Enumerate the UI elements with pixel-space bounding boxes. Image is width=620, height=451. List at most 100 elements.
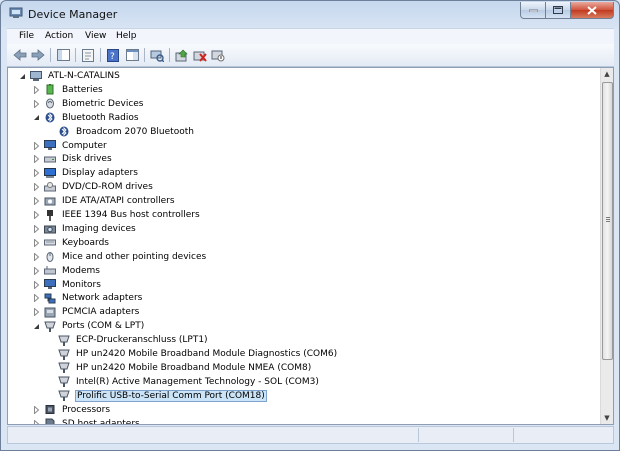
tree-item-label: Network adapters <box>62 293 143 304</box>
tree-category[interactable]: Imaging devices <box>32 222 137 236</box>
tree-item-label: Monitors <box>62 279 101 290</box>
tree-category[interactable]: Computer <box>32 139 108 153</box>
scroll-up-button[interactable]: ▲ <box>601 68 613 80</box>
maximize-icon <box>553 6 563 14</box>
tree-item-label: DVD/CD-ROM drives <box>62 182 153 193</box>
update-driver-button[interactable] <box>174 47 190 63</box>
collapsed-triangle-icon[interactable] <box>32 141 40 150</box>
action-pane-button[interactable] <box>124 47 140 63</box>
collapsed-triangle-icon[interactable] <box>32 155 40 164</box>
collapsed-triangle-icon[interactable] <box>32 183 40 192</box>
properties-button[interactable] <box>80 47 96 63</box>
port-icon <box>58 335 70 346</box>
tree-category[interactable]: IDE ATA/ATAPI controllers <box>32 194 176 208</box>
tree-item-label: Prolific USB-to-Serial Comm Port (COM18) <box>75 389 267 402</box>
collapsed-triangle-icon[interactable] <box>32 197 40 206</box>
tree-category[interactable]: Keyboards <box>32 236 110 250</box>
tree-device[interactable]: ECP-Druckeranschluss (LPT1) <box>46 333 209 347</box>
window-title: Device Manager <box>28 8 118 21</box>
tree-item-label: ECP-Druckeranschluss (LPT1) <box>76 335 208 346</box>
maximize-button[interactable] <box>546 2 571 19</box>
tree-category[interactable]: Mice and other pointing devices <box>32 250 207 264</box>
tree-category[interactable]: Display adapters <box>32 166 139 180</box>
firewire-icon <box>44 209 56 221</box>
tree-device[interactable]: HP un2420 Mobile Broadband Module Diagno… <box>46 347 338 361</box>
tree-device[interactable]: Prolific USB-to-Serial Comm Port (COM18) <box>46 389 267 403</box>
tree-item-label: Broadcom 2070 Bluetooth <box>76 126 194 137</box>
tree-item-label: Processors <box>62 404 111 415</box>
disk-drive-icon <box>44 154 56 165</box>
tree-item-label: ATL-N-CATALINS <box>48 71 120 81</box>
scan-hardware-icon <box>150 50 164 62</box>
tree-category[interactable]: Monitors <box>32 278 102 292</box>
collapsed-triangle-icon[interactable] <box>32 211 40 219</box>
modem-icon <box>44 265 56 276</box>
collapsed-triangle-icon[interactable] <box>32 85 40 94</box>
tree-category[interactable]: Network adapters <box>32 291 143 305</box>
show-hide-tree-button[interactable] <box>55 47 71 63</box>
tree-category[interactable]: Batteries <box>32 83 104 97</box>
tree-category[interactable]: Processors <box>32 403 111 417</box>
collapsed-triangle-icon[interactable] <box>32 405 40 414</box>
toolbar-separator <box>75 48 76 62</box>
processor-icon <box>44 404 56 415</box>
close-button[interactable] <box>571 2 614 19</box>
collapsed-triangle-icon[interactable] <box>32 99 40 108</box>
menu-view[interactable]: View <box>85 31 106 41</box>
tree-category[interactable]: DVD/CD-ROM drives <box>32 180 154 194</box>
expanded-triangle-icon[interactable] <box>18 72 26 80</box>
sd-card-icon <box>44 418 56 424</box>
scroll-grip <box>606 217 610 218</box>
minimize-button[interactable] <box>520 2 546 19</box>
collapsed-triangle-icon[interactable] <box>32 266 40 275</box>
svg-text:?: ? <box>110 52 115 62</box>
collapsed-triangle-icon[interactable] <box>32 419 40 424</box>
collapsed-triangle-icon[interactable] <box>32 294 40 303</box>
tree-category[interactable]: Biometric Devices <box>32 97 145 111</box>
tree-item-label: Display adapters <box>62 168 138 179</box>
tree-item-label: Mice and other pointing devices <box>62 251 207 262</box>
disable-device-button[interactable] <box>210 47 226 63</box>
menu-help[interactable]: Help <box>116 31 137 41</box>
scroll-thumb[interactable] <box>602 82 613 360</box>
collapsed-triangle-icon[interactable] <box>32 224 40 233</box>
tree-item-label: HP un2420 Mobile Broadband Module Diagno… <box>76 349 338 359</box>
tree-item-label: PCMCIA adapters <box>62 307 140 318</box>
collapsed-triangle-icon[interactable] <box>32 308 40 317</box>
vertical-scrollbar[interactable]: ▲ ▼ <box>600 68 613 424</box>
scroll-down-button[interactable]: ▼ <box>601 412 613 424</box>
expanded-triangle-icon[interactable] <box>32 322 40 330</box>
tree-root[interactable]: ATL-N-CATALINS <box>18 69 121 83</box>
menu-file[interactable]: File <box>19 31 34 41</box>
tree-category[interactable]: SD host adapters <box>32 417 141 424</box>
back-button[interactable] <box>12 47 28 63</box>
tree-device[interactable]: Intel(R) Active Management Technology - … <box>46 375 320 389</box>
tree-category[interactable]: Bluetooth Radios <box>32 111 140 125</box>
title-bar[interactable]: Device Manager <box>1 1 619 27</box>
scroll-up-arrow-icon: ▲ <box>604 70 610 78</box>
collapsed-triangle-icon[interactable] <box>32 280 40 289</box>
tree-item-label: Modems <box>62 265 100 276</box>
tree-category[interactable]: PCMCIA adapters <box>32 305 140 319</box>
collapsed-triangle-icon[interactable] <box>32 169 40 178</box>
tree-device[interactable]: HP un2420 Mobile Broadband Module NMEA (… <box>46 361 312 375</box>
scan-hardware-button[interactable] <box>149 47 165 63</box>
tree-item-label: Ports (COM & LPT) <box>62 321 145 332</box>
tree-category[interactable]: Ports (COM & LPT) <box>32 319 145 333</box>
tree-category[interactable]: Disk drives <box>32 152 113 166</box>
tree-category[interactable]: Modems <box>32 264 101 278</box>
device-tree[interactable]: ATL-N-CATALINS Batteries Biometric Devices… <box>7 67 614 425</box>
forward-button[interactable] <box>30 47 46 63</box>
help-button[interactable]: ? <box>105 47 121 63</box>
collapsed-triangle-icon[interactable] <box>32 252 40 261</box>
scroll-grip <box>606 221 610 222</box>
bluetooth-icon <box>44 112 56 123</box>
uninstall-button[interactable] <box>192 47 208 63</box>
expanded-triangle-icon[interactable] <box>32 114 40 122</box>
menu-action[interactable]: Action <box>45 31 73 41</box>
collapsed-triangle-icon[interactable] <box>32 238 40 247</box>
tree-category[interactable]: IEEE 1394 Bus host controllers <box>32 208 201 222</box>
tree-device[interactable]: Broadcom 2070 Bluetooth <box>46 125 195 139</box>
back-arrow-icon <box>13 49 27 61</box>
